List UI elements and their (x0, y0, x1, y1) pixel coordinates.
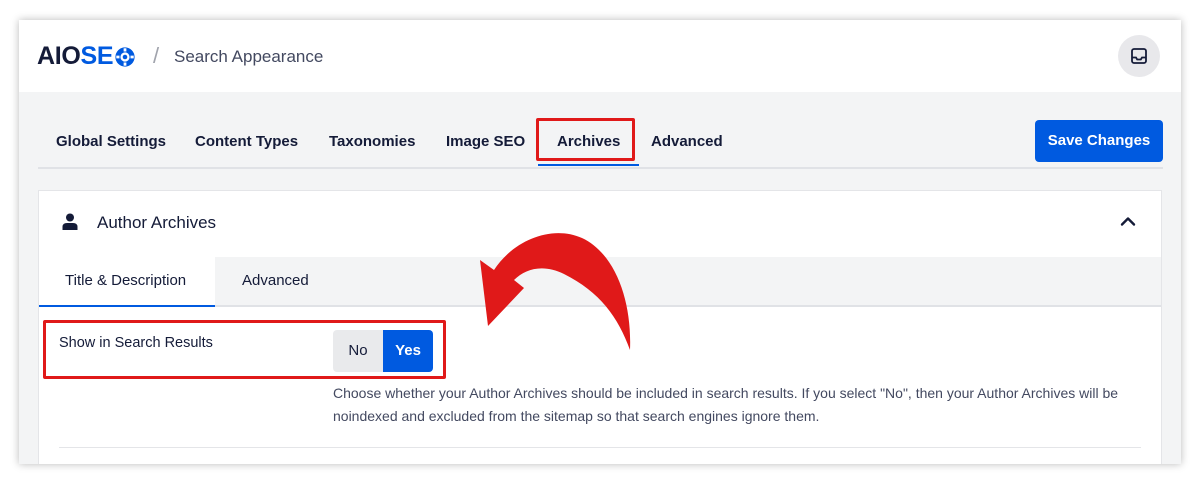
tab-global-settings[interactable]: Global Settings (56, 133, 166, 150)
user-icon (62, 213, 78, 230)
logo-aio-text: AIO (37, 42, 81, 70)
notifications-button[interactable] (1118, 35, 1160, 77)
tab-image-seo[interactable]: Image SEO (446, 133, 525, 150)
setting-highlight (43, 320, 446, 379)
gear-icon (115, 47, 135, 67)
subtab-title-description[interactable]: Title & Description (65, 272, 186, 289)
logo-seo-text: SE (80, 42, 114, 70)
top-bar: AIO SE / Search Appearance (19, 20, 1181, 92)
tab-content-types[interactable]: Content Types (195, 133, 298, 150)
subtab-divider (215, 305, 1161, 307)
card-title: Author Archives (97, 213, 217, 232)
section-divider (59, 447, 1141, 448)
archives-tab-highlight (536, 118, 635, 161)
subtab-advanced[interactable]: Advanced (242, 272, 309, 289)
chevron-up-icon[interactable] (1120, 215, 1136, 227)
breadcrumb-separator: / (153, 43, 160, 68)
tab-advanced[interactable]: Advanced (651, 133, 723, 150)
tab-taxonomies[interactable]: Taxonomies (329, 133, 415, 150)
page-title: Search Appearance (174, 47, 324, 66)
setting-description: Choose whether your Author Archives shou… (333, 385, 1119, 424)
aioseo-logo: AIO SE (37, 42, 136, 71)
curved-arrow-annotation (480, 233, 631, 350)
inbox-icon (1131, 48, 1147, 64)
save-changes-button[interactable]: Save Changes (1035, 120, 1163, 162)
